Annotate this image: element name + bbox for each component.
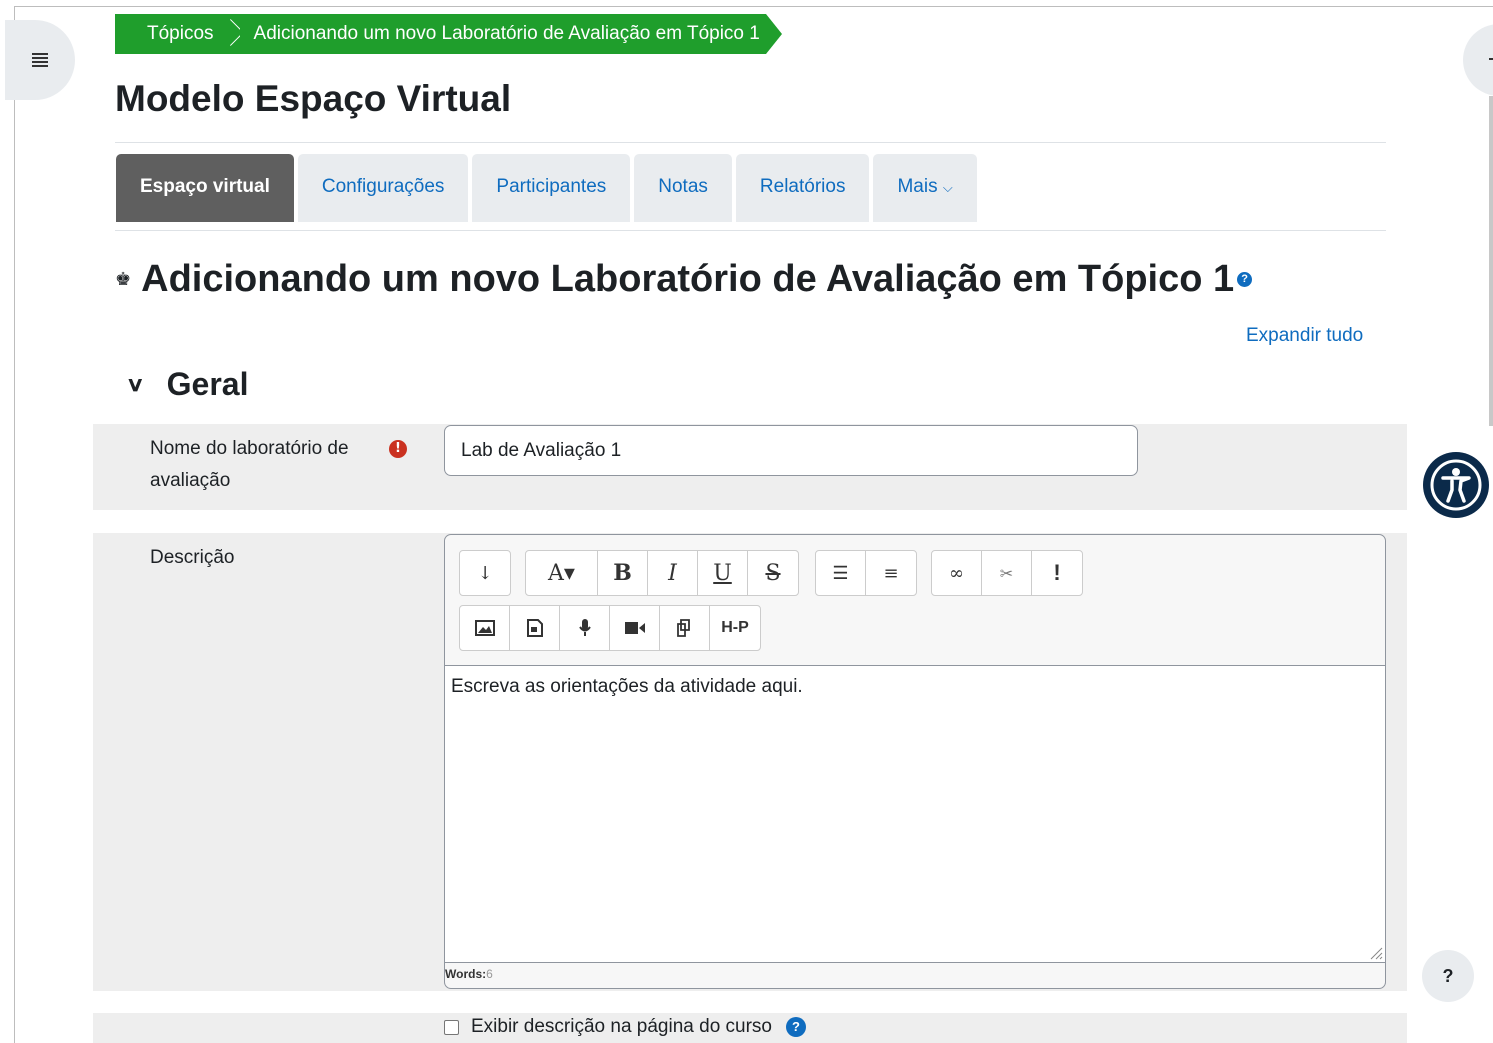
accessibility-button[interactable] — [1423, 452, 1489, 518]
breadcrumb-arrow — [765, 14, 782, 54]
section-general-toggle[interactable]: ∨ Geral — [125, 366, 249, 403]
tab-notas[interactable]: Notas — [634, 154, 732, 222]
section-general-title: Geral — [166, 366, 249, 402]
font-style-icon[interactable]: A▾ — [526, 551, 598, 595]
help-icon[interactable]: ? — [786, 1017, 807, 1037]
course-nav-tabs: Espaço virtual Configurações Participant… — [116, 154, 981, 222]
emoji-important-icon[interactable]: ! — [1032, 551, 1082, 595]
strikethrough-icon[interactable]: S — [748, 551, 798, 595]
toolbar-group-2: A▾ B I U S — [525, 550, 799, 596]
scrollbar[interactable] — [1489, 96, 1493, 426]
word-count: Words:6 — [445, 967, 493, 981]
tab-relatorios[interactable]: Relatórios — [735, 154, 870, 222]
tab-espaco-virtual[interactable]: Espaço virtual — [116, 154, 294, 222]
word-count-label: Words: — [445, 967, 487, 981]
block-drawer-toggle[interactable] — [1463, 24, 1493, 96]
divider — [115, 142, 1386, 143]
course-title: Modelo Espaço Virtual — [115, 78, 512, 119]
ordered-list-icon[interactable]: ≡ — [866, 551, 916, 595]
toolbar-group-1: ↓ — [459, 550, 511, 596]
breadcrumb-item-topicos[interactable]: Tópicos — [115, 14, 224, 54]
show-description-label[interactable]: Exibir descrição na página do curso — [471, 1016, 772, 1038]
manage-files-icon[interactable] — [660, 606, 710, 650]
tab-configuracoes[interactable]: Configurações — [297, 154, 469, 222]
help-icon[interactable]: ? — [1237, 272, 1253, 287]
show-description-option: Exibir descrição na página do curso ? — [444, 1016, 807, 1038]
show-description-checkbox[interactable] — [444, 1019, 459, 1035]
description-label: Descrição — [150, 547, 235, 568]
window-border-left — [14, 6, 15, 1043]
unordered-list-icon[interactable]: ☰ — [816, 551, 866, 595]
record-audio-icon[interactable] — [560, 606, 610, 650]
breadcrumb: Tópicos Adicionando um novo Laboratório … — [115, 14, 782, 54]
page-heading: ♚ Adicionando um novo Laboratório de Ava… — [115, 258, 1253, 301]
divider — [115, 230, 1386, 231]
toolbar-group-4: ∞ ✂ ! — [931, 550, 1083, 596]
unlink-icon[interactable]: ✂ — [982, 551, 1032, 595]
link-icon[interactable]: ∞ — [932, 551, 982, 595]
list-icon — [32, 51, 48, 69]
record-video-icon[interactable] — [610, 606, 660, 650]
description-textarea[interactable]: Escreva as orientações da atividade aqui… — [445, 665, 1385, 963]
required-icon: ! — [389, 440, 407, 458]
resize-grip-icon[interactable] — [1367, 944, 1383, 960]
expand-all-link[interactable]: Expandir tudo — [1246, 325, 1363, 347]
name-field-label: Nome do laboratório de avaliação — [150, 433, 420, 497]
tab-mais-label: Mais — [897, 176, 938, 197]
window-border-top — [14, 6, 1493, 7]
toggle-more-icon[interactable]: ↓ — [460, 551, 510, 595]
description-editor: ↓ A▾ B I U S ☰ ≡ ∞ ✂ ! H-P Escreva as or… — [444, 534, 1386, 989]
toolbar-group-3: ☰ ≡ — [815, 550, 917, 596]
accessibility-icon — [1430, 459, 1482, 511]
help-footer-button[interactable]: ? — [1422, 950, 1474, 1002]
breadcrumb-item-current[interactable]: Adicionando um novo Laboratório de Avali… — [239, 14, 766, 54]
word-count-value: 6 — [486, 967, 493, 981]
description-text: Escreva as orientações da atividade aqui… — [451, 676, 803, 697]
toolbar-group-media: H-P — [459, 605, 761, 651]
image-icon[interactable] — [460, 606, 510, 650]
course-index-toggle[interactable] — [5, 20, 75, 100]
page-heading-text: Adicionando um novo Laboratório de Avali… — [141, 258, 1235, 300]
tab-participantes[interactable]: Participantes — [472, 154, 631, 222]
tab-mais[interactable]: Mais ⌵ — [873, 154, 977, 222]
underline-icon[interactable]: U — [698, 551, 748, 595]
breadcrumb-separator-icon — [224, 14, 240, 54]
workshop-icon: ♚ — [115, 269, 132, 289]
name-input[interactable]: Lab de Avaliação 1 — [444, 425, 1138, 476]
media-icon[interactable] — [510, 606, 560, 650]
h5p-icon[interactable]: H-P — [710, 606, 760, 650]
name-field-label-text: Nome do laboratório de avaliação — [150, 438, 349, 491]
italic-icon[interactable]: I — [648, 551, 698, 595]
chevron-down-icon: ∨ — [125, 374, 145, 396]
bold-icon[interactable]: B — [598, 551, 648, 595]
chevron-down-icon: ⌵ — [942, 180, 953, 195]
